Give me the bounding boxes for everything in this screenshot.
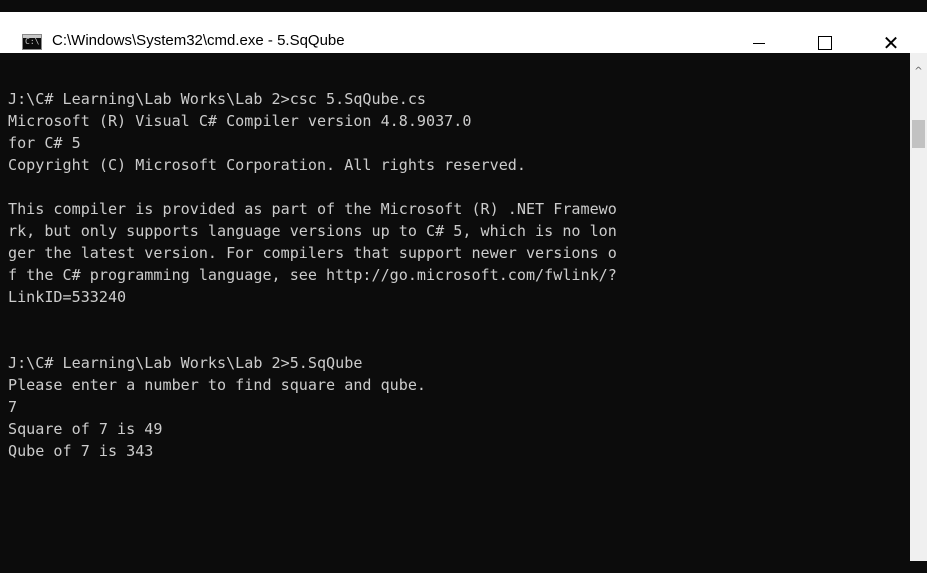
scroll-thumb[interactable] xyxy=(912,120,925,148)
console-line: for C# 5 xyxy=(8,134,81,152)
console-line: Microsoft (R) Visual C# Compiler version… xyxy=(8,112,472,130)
vertical-scrollbar[interactable]: ^ xyxy=(910,53,927,561)
console-line: rk, but only supports language versions … xyxy=(8,222,617,240)
console-line: LinkID=533240 xyxy=(8,288,127,306)
close-icon: ✕ xyxy=(882,31,900,55)
console-line: This compiler is provided as part of the… xyxy=(8,200,617,218)
console-text: J:\C# Learning\Lab Works\Lab 2>csc 5.SqQ… xyxy=(8,88,617,462)
maximize-icon xyxy=(818,36,832,50)
console-line: J:\C# Learning\Lab Works\Lab 2>5.SqQube xyxy=(8,354,363,372)
console-line: Please enter a number to find square and… xyxy=(8,376,427,394)
console-line: 7 xyxy=(8,398,18,416)
window-title: C:\Windows\System32\cmd.exe - 5.SqQube xyxy=(52,32,345,49)
scroll-up-icon[interactable]: ^ xyxy=(910,63,927,81)
console-line: Qube of 7 is 343 xyxy=(8,442,154,460)
desktop-strip xyxy=(0,0,927,12)
console-line: J:\C# Learning\Lab Works\Lab 2>csc 5.SqQ… xyxy=(8,90,427,108)
cmd-icon[interactable]: C:\ xyxy=(22,34,42,50)
console-line: f the C# programming language, see http:… xyxy=(8,266,617,284)
console-output[interactable]: J:\C# Learning\Lab Works\Lab 2>csc 5.SqQ… xyxy=(0,53,910,561)
console-line: Copyright (C) Microsoft Corporation. All… xyxy=(8,156,526,174)
minimize-icon xyxy=(753,42,765,44)
console-line: ger the latest version. For compilers th… xyxy=(8,244,617,262)
console-line: Square of 7 is 49 xyxy=(8,420,163,438)
